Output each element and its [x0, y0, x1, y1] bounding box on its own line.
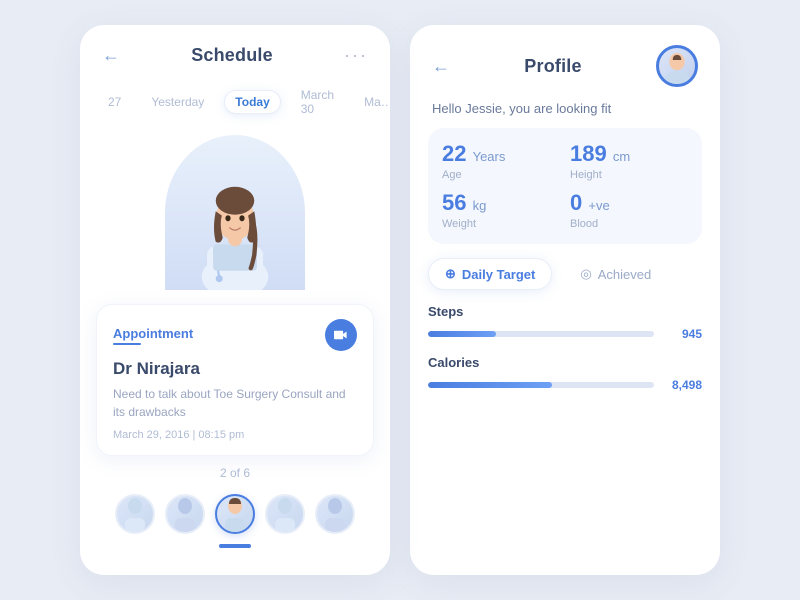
stats-grid: 22 Years Age 189 cm Height 56 kg Weight …: [428, 128, 702, 244]
achieved-label: Achieved: [598, 267, 651, 282]
appointment-label-group: Appointment: [113, 326, 193, 345]
daily-target-label: Daily Target: [462, 267, 535, 282]
schedule-tabs: 27 Yesterday Today March 30 Ma…: [80, 76, 390, 130]
person-icon-1: [121, 496, 149, 532]
schedule-header: ← Schedule ···: [80, 25, 390, 76]
avatar-4[interactable]: [265, 494, 305, 534]
appointment-card: Appointment Dr Nirajara Need to talk abo…: [96, 304, 374, 456]
person-icon-2: [171, 496, 199, 532]
steps-bar-row: 945: [428, 327, 702, 341]
doctor-image-area: [80, 130, 390, 290]
schedule-title: Schedule: [191, 45, 273, 66]
appointment-label: Appointment: [113, 326, 193, 341]
calories-label: Calories: [428, 355, 702, 370]
profile-avatar[interactable]: [656, 45, 698, 87]
target-tabs: ⊕ Daily Target ◎ Achieved: [410, 258, 720, 290]
indicator-bar: [219, 544, 251, 548]
profile-avatar-icon: [659, 48, 695, 84]
schedule-card: ← Schedule ··· 27 Yesterday Today March …: [80, 25, 390, 575]
calories-metric: Calories 8,498: [410, 355, 720, 392]
schedule-more-button[interactable]: ···: [344, 45, 368, 66]
avatar-3-selected[interactable]: [215, 494, 255, 534]
steps-label: Steps: [428, 304, 702, 319]
stat-blood: 0 +ve Blood: [570, 191, 688, 230]
avatar-2[interactable]: [165, 494, 205, 534]
appointment-underline: [113, 343, 141, 345]
steps-metric: Steps 945: [410, 304, 720, 341]
profile-header: ← Profile: [410, 25, 720, 97]
stat-height: 189 cm Height: [570, 142, 688, 181]
steps-value: 945: [664, 327, 702, 341]
stat-weight: 56 kg Weight: [442, 191, 560, 230]
calories-value: 8,498: [664, 378, 702, 392]
stat-blood-label: Blood: [570, 218, 688, 230]
person-icon-5: [321, 496, 349, 532]
tab-27[interactable]: 27: [98, 91, 131, 113]
stat-weight-label: Weight: [442, 218, 560, 230]
video-icon: [334, 328, 348, 342]
calories-bar-row: 8,498: [428, 378, 702, 392]
profile-card: ← Profile Hello Jessie, you are looking …: [410, 25, 720, 575]
stat-age-value: 22 Years: [442, 142, 560, 166]
stat-blood-value: 0 +ve: [570, 191, 688, 215]
tab-next[interactable]: Ma…: [354, 91, 390, 113]
achieved-icon: ◎: [580, 266, 591, 282]
appointment-description: Need to talk about Toe Surgery Consult a…: [113, 385, 357, 421]
stat-age: 22 Years Age: [442, 142, 560, 181]
profile-back-button[interactable]: ←: [432, 56, 450, 77]
stat-age-label: Age: [442, 169, 560, 181]
doctor-name: Dr Nirajara: [113, 359, 357, 379]
appointment-video-button[interactable]: [325, 319, 357, 351]
stat-height-label: Height: [570, 169, 688, 181]
doctor-circle: [165, 135, 305, 290]
calories-bar-background: [428, 382, 654, 388]
tab-achieved[interactable]: ◎ Achieved: [564, 258, 667, 290]
person-icon-3: [221, 496, 249, 532]
person-icon-4: [271, 496, 299, 532]
pagination-indicator: 2 of 6: [80, 466, 390, 480]
avatar-5[interactable]: [315, 494, 355, 534]
doctor-illustration: [175, 150, 295, 290]
tab-daily-target[interactable]: ⊕ Daily Target: [428, 258, 552, 290]
steps-bar-background: [428, 331, 654, 337]
calories-bar-fill: [428, 382, 552, 388]
bottom-indicator: [80, 544, 390, 558]
stat-height-value: 189 cm: [570, 142, 688, 166]
appointment-date: March 29, 2016 | 08:15 pm: [113, 429, 357, 441]
avatars-row: [80, 480, 390, 544]
tab-yesterday[interactable]: Yesterday: [141, 91, 214, 113]
steps-bar-fill: [428, 331, 496, 337]
tab-today[interactable]: Today: [224, 90, 280, 114]
daily-target-icon: ⊕: [445, 266, 456, 282]
tab-march30[interactable]: March 30: [291, 84, 344, 120]
schedule-back-button[interactable]: ←: [102, 45, 120, 66]
greeting-text: Hello Jessie, you are looking fit: [410, 97, 720, 128]
avatar-1[interactable]: [115, 494, 155, 534]
profile-title: Profile: [524, 56, 581, 77]
appointment-header: Appointment: [113, 319, 357, 351]
stat-weight-value: 56 kg: [442, 191, 560, 215]
